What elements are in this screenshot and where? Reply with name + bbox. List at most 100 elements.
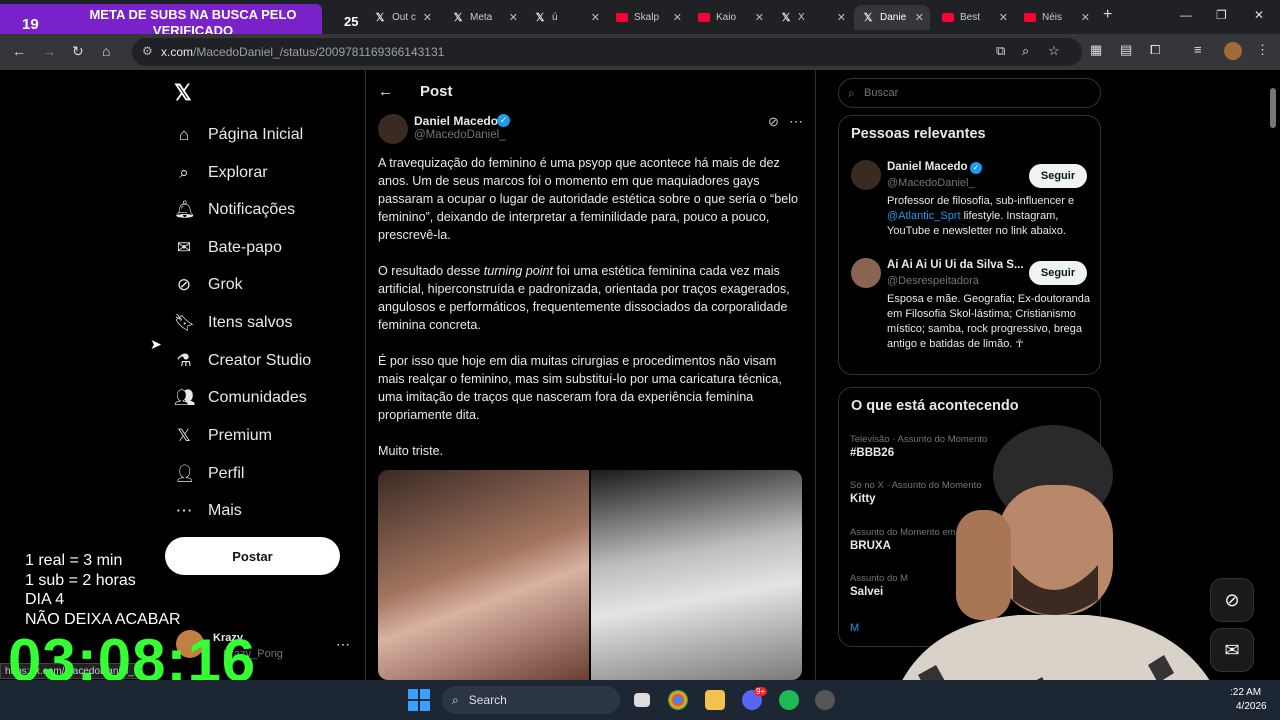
extension-icon[interactable]: ▦ — [1090, 42, 1102, 58]
profile-avatar[interactable] — [1224, 42, 1242, 60]
back-button[interactable]: ← — [12, 43, 26, 59]
forward-button[interactable]: → — [42, 43, 56, 59]
close-icon[interactable]: ✕ — [673, 11, 682, 24]
author-avatar[interactable] — [378, 114, 408, 144]
browser-tab[interactable]: 𝕏 X ✕ — [772, 5, 852, 30]
card-title: Pessoas relevantes — [851, 126, 986, 142]
install-icon[interactable]: ⧉ — [996, 43, 1005, 59]
back-arrow-icon[interactable]: ← — [378, 83, 393, 100]
task-view-icon[interactable] — [634, 693, 650, 707]
windows-taskbar: ⌕ Search 9+ :22 AM 4/2026 — [0, 680, 1280, 720]
nav-more[interactable]: ⋯ Mais — [174, 496, 242, 526]
nav-communities[interactable]: 👥︎ Comunidades — [174, 383, 307, 413]
more-options-icon[interactable]: ⋯ — [789, 113, 803, 130]
x-logo-icon: 𝕏 — [781, 12, 791, 24]
maximize-button[interactable]: ❐ — [1216, 8, 1227, 22]
nav-home[interactable]: ⌂ Página Inicial — [174, 120, 303, 150]
zoom-icon[interactable]: ⌕ — [1022, 43, 1029, 59]
bell-icon: 🔔︎ — [174, 200, 196, 219]
close-window-button[interactable]: ✕ — [1254, 8, 1264, 22]
close-icon[interactable]: ✕ — [423, 11, 432, 24]
grok-icon: ⊘ — [176, 275, 192, 294]
close-icon[interactable]: ✕ — [837, 11, 846, 24]
person-name[interactable]: Ai Ai Ai Ui Ui da Silva S... — [887, 259, 1024, 271]
close-icon[interactable]: ✕ — [591, 11, 600, 24]
nav-messages[interactable]: ✉ Bate-papo — [174, 233, 282, 263]
browser-tab[interactable]: Skalp ✕ — [608, 5, 688, 30]
rule-text: DIA 4 — [25, 591, 65, 608]
rule-text: 1 real = 3 min — [25, 552, 123, 569]
person-name[interactable]: Daniel Macedo — [887, 161, 968, 173]
close-icon[interactable]: ✕ — [915, 11, 924, 24]
follow-button[interactable]: Seguir — [1029, 261, 1087, 285]
home-button[interactable]: ⌂ — [102, 43, 110, 59]
start-button[interactable] — [408, 689, 430, 711]
extension-icon[interactable]: ▤ — [1120, 42, 1132, 58]
x-logo-icon: 𝕏 — [535, 12, 545, 24]
menu-icon[interactable]: ⋮ — [1256, 42, 1269, 58]
post-paragraph: O resultado desse turning point foi uma … — [378, 264, 790, 332]
new-tab-button[interactable]: + — [1103, 6, 1112, 24]
post-button[interactable]: Postar — [165, 537, 340, 575]
bookmark-icon: 🔖︎ — [174, 313, 196, 332]
post-image-right[interactable] — [591, 470, 802, 680]
nav-grok[interactable]: ⊘ Grok — [174, 270, 243, 300]
chrome-icon[interactable] — [668, 690, 688, 710]
close-icon[interactable]: ✕ — [755, 11, 764, 24]
author-handle[interactable]: @MacedoDaniel_ — [414, 129, 506, 141]
person-bio: Professor de filosofia, sub-influencer e… — [887, 195, 1075, 237]
nav-profile[interactable]: 👤︎ Perfil — [174, 459, 244, 489]
avatar[interactable] — [851, 160, 881, 190]
account-more-icon[interactable]: ⋯ — [336, 636, 350, 653]
grok-floating-button[interactable]: ⊘ — [1210, 578, 1254, 622]
card-title: O que está acontecendo — [851, 398, 1019, 414]
post-paragraph: Muito triste. — [378, 444, 444, 458]
nav-creator-studio[interactable]: ⚗ Creator Studio — [174, 346, 311, 376]
x-logo-icon[interactable]: 𝕏 — [174, 80, 192, 106]
browser-toolbar: ← → ↻ ⌂ ⚙ x.com/MacedoDaniel_/status/200… — [0, 34, 1280, 70]
browser-tab[interactable]: Kaio ✕ — [690, 5, 770, 30]
clock-time: :22 AM — [1230, 687, 1262, 698]
post-image-left[interactable] — [378, 470, 589, 680]
x-logo-icon: 𝕏 — [453, 12, 463, 24]
media-icon[interactable]: ≡ — [1194, 42, 1202, 57]
nav-premium[interactable]: 𝕏 Premium — [174, 421, 272, 451]
spotify-icon[interactable] — [779, 690, 799, 710]
browser-tab[interactable]: 𝕏 Meta ✕ — [444, 5, 524, 30]
search-icon: ⌕ — [452, 692, 459, 707]
streamer-camera-image — [888, 425, 1228, 720]
nav-bookmarks[interactable]: 🔖︎ Itens salvos — [174, 308, 292, 338]
page-title: Post — [420, 83, 453, 100]
author-name[interactable]: Daniel Macedo — [414, 114, 498, 128]
avatar[interactable] — [851, 258, 881, 288]
grok-icon[interactable]: ⊘ — [768, 114, 779, 130]
puzzle-icon[interactable]: ⧠ — [1150, 42, 1160, 58]
browser-tab-active[interactable]: 𝕏 Danie ✕ — [854, 5, 930, 30]
messages-floating-button[interactable]: ✉ — [1210, 628, 1254, 672]
close-icon[interactable]: ✕ — [1081, 11, 1090, 24]
app-icon[interactable] — [815, 690, 835, 710]
bookmark-star-icon[interactable]: ☆ — [1048, 43, 1060, 59]
nav-explore[interactable]: ⌕ Explorar — [174, 158, 267, 188]
nav-notifications[interactable]: 🔔︎ Notificações — [174, 195, 295, 225]
reload-button[interactable]: ↻ — [72, 43, 84, 60]
browser-tab[interactable]: 𝕏ú ✕ — [526, 5, 606, 30]
minimize-button[interactable]: — — [1180, 8, 1192, 22]
x-logo-icon: 𝕏 — [177, 426, 191, 445]
verified-badge-icon: ✓ — [970, 162, 982, 174]
taskbar-search[interactable]: ⌕ Search — [442, 686, 620, 714]
browser-tab[interactable]: Best ✕ — [934, 5, 1014, 30]
close-icon[interactable]: ✕ — [999, 11, 1008, 24]
search-input[interactable]: ⌕ Buscar — [838, 78, 1101, 108]
post-paragraph: É por isso que hoje em dia muitas cirurg… — [378, 354, 782, 422]
address-bar[interactable]: ⚙ x.com/MacedoDaniel_/status/20097811693… — [132, 38, 1082, 66]
close-icon[interactable]: ✕ — [509, 11, 518, 24]
search-icon: ⌕ — [848, 86, 855, 100]
follow-button[interactable]: Seguir — [1029, 164, 1087, 188]
creator-icon: ⚗ — [176, 351, 192, 370]
browser-tab[interactable]: Néis ✕ — [1016, 5, 1096, 30]
scrollbar-thumb[interactable] — [1270, 88, 1276, 128]
site-info-icon[interactable]: ⚙ — [142, 44, 153, 58]
file-explorer-icon[interactable] — [705, 690, 725, 710]
browser-tab[interactable]: 𝕏 Out c ✕ — [366, 5, 438, 30]
